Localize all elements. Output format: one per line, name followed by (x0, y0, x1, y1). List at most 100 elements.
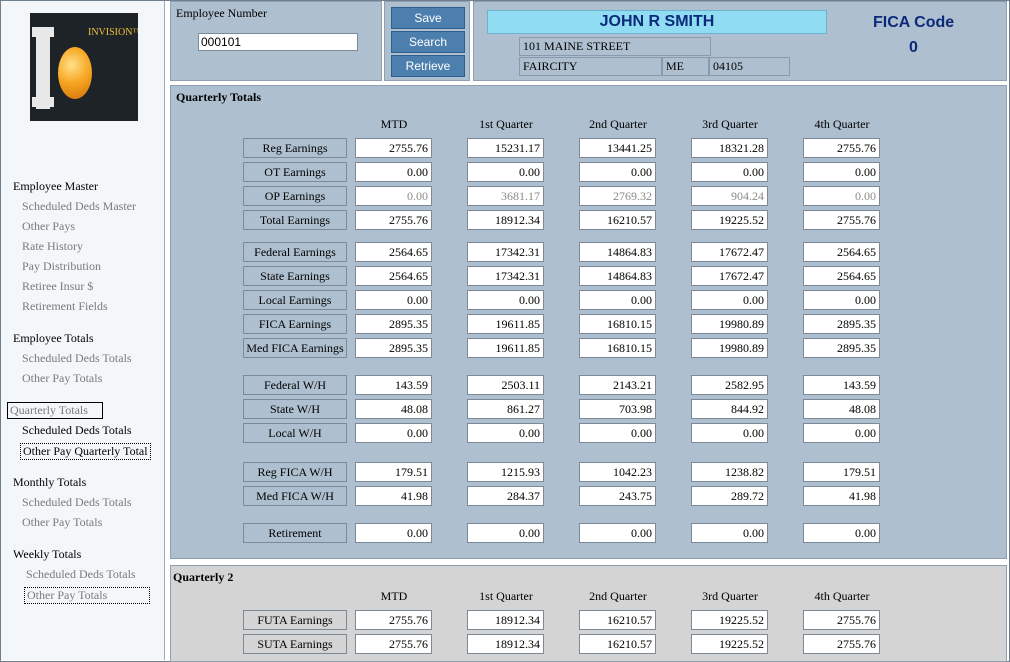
quarterly-value-field[interactable]: 0.00 (355, 290, 432, 310)
quarterly-value-field[interactable]: 143.59 (803, 375, 880, 395)
quarterly-2-value-field[interactable]: 2755.76 (355, 634, 432, 654)
nav-quarterly-totals[interactable]: Quarterly Totals (7, 402, 103, 419)
nav-employee-master[interactable]: Employee Master (13, 179, 98, 194)
quarterly-value-field[interactable]: 2755.76 (803, 138, 880, 158)
quarterly-value-field[interactable]: 19980.89 (691, 338, 768, 358)
quarterly-value-field[interactable]: 0.00 (467, 162, 544, 182)
quarterly-value-field[interactable]: 17672.47 (691, 266, 768, 286)
quarterly-value-field[interactable]: 289.72 (691, 486, 768, 506)
quarterly-value-field[interactable]: 2755.76 (355, 138, 432, 158)
quarterly-value-field[interactable]: 0.00 (803, 186, 880, 206)
quarterly-value-field[interactable]: 2755.76 (803, 210, 880, 230)
quarterly-value-field[interactable]: 2564.65 (355, 242, 432, 262)
quarterly-value-field[interactable]: 16810.15 (579, 338, 656, 358)
quarterly-value-field[interactable]: 19225.52 (691, 210, 768, 230)
retrieve-button[interactable]: Retrieve (391, 55, 465, 77)
nav-scheduled-deds-totals-quarterly[interactable]: Scheduled Deds Totals (22, 423, 132, 438)
nav-rate-history[interactable]: Rate History (22, 239, 83, 254)
quarterly-value-field[interactable]: 17342.31 (467, 266, 544, 286)
quarterly-2-value-field[interactable]: 2755.76 (803, 634, 880, 654)
quarterly-value-field[interactable]: 2503.11 (467, 375, 544, 395)
quarterly-2-value-field[interactable]: 2755.76 (355, 610, 432, 630)
quarterly-value-field[interactable]: 2769.32 (579, 186, 656, 206)
quarterly-value-field[interactable]: 2582.95 (691, 375, 768, 395)
nav-scheduled-deds-totals-weekly[interactable]: Scheduled Deds Totals (26, 567, 136, 582)
quarterly-value-field[interactable]: 2895.35 (803, 314, 880, 334)
quarterly-value-field[interactable]: 2143.21 (579, 375, 656, 395)
search-button[interactable]: Search (391, 31, 465, 53)
nav-scheduled-deds-master[interactable]: Scheduled Deds Master (22, 199, 136, 214)
quarterly-value-field[interactable]: 0.00 (579, 523, 656, 543)
quarterly-2-value-field[interactable]: 18912.34 (467, 610, 544, 630)
quarterly-value-field[interactable]: 2755.76 (355, 210, 432, 230)
quarterly-value-field[interactable]: 16810.15 (579, 314, 656, 334)
quarterly-value-field[interactable]: 14864.83 (579, 266, 656, 286)
quarterly-value-field[interactable]: 2895.35 (355, 314, 432, 334)
nav-retirement-fields[interactable]: Retirement Fields (22, 299, 108, 314)
quarterly-value-field[interactable]: 0.00 (803, 523, 880, 543)
quarterly-value-field[interactable]: 0.00 (691, 523, 768, 543)
quarterly-value-field[interactable]: 0.00 (467, 523, 544, 543)
quarterly-value-field[interactable]: 48.08 (355, 399, 432, 419)
quarterly-value-field[interactable]: 179.51 (803, 462, 880, 482)
nav-other-pay-quarterly-total[interactable]: Other Pay Quarterly Total (20, 443, 151, 460)
nav-employee-totals[interactable]: Employee Totals (13, 331, 94, 346)
quarterly-value-field[interactable]: 1238.82 (691, 462, 768, 482)
quarterly-value-field[interactable]: 2564.65 (803, 242, 880, 262)
quarterly-value-field[interactable]: 0.00 (803, 290, 880, 310)
nav-scheduled-deds-totals-employee[interactable]: Scheduled Deds Totals (22, 351, 132, 366)
quarterly-value-field[interactable]: 2564.65 (803, 266, 880, 286)
quarterly-value-field[interactable]: 861.27 (467, 399, 544, 419)
quarterly-value-field[interactable]: 16210.57 (579, 210, 656, 230)
quarterly-2-value-field[interactable]: 2755.76 (803, 610, 880, 630)
quarterly-value-field[interactable]: 0.00 (579, 290, 656, 310)
quarterly-2-value-field[interactable]: 18912.34 (467, 634, 544, 654)
quarterly-value-field[interactable]: 1215.93 (467, 462, 544, 482)
quarterly-value-field[interactable]: 15231.17 (467, 138, 544, 158)
quarterly-value-field[interactable]: 143.59 (355, 375, 432, 395)
quarterly-value-field[interactable]: 0.00 (579, 162, 656, 182)
nav-weekly-totals[interactable]: Weekly Totals (13, 547, 81, 562)
quarterly-value-field[interactable]: 0.00 (355, 186, 432, 206)
quarterly-value-field[interactable]: 703.98 (579, 399, 656, 419)
nav-scheduled-deds-totals-monthly[interactable]: Scheduled Deds Totals (22, 495, 132, 510)
quarterly-2-value-field[interactable]: 19225.52 (691, 634, 768, 654)
quarterly-value-field[interactable]: 179.51 (355, 462, 432, 482)
nav-other-pay-totals-weekly[interactable]: Other Pay Totals (24, 587, 150, 604)
quarterly-value-field[interactable]: 41.98 (355, 486, 432, 506)
employee-number-input[interactable] (198, 33, 358, 51)
quarterly-value-field[interactable]: 0.00 (691, 290, 768, 310)
quarterly-value-field[interactable]: 18912.34 (467, 210, 544, 230)
quarterly-value-field[interactable]: 17672.47 (691, 242, 768, 262)
quarterly-value-field[interactable]: 243.75 (579, 486, 656, 506)
quarterly-value-field[interactable]: 0.00 (803, 423, 880, 443)
quarterly-value-field[interactable]: 0.00 (691, 423, 768, 443)
quarterly-value-field[interactable]: 19611.85 (467, 314, 544, 334)
quarterly-value-field[interactable]: 2564.65 (355, 266, 432, 286)
quarterly-2-value-field[interactable]: 16210.57 (579, 634, 656, 654)
quarterly-value-field[interactable]: 13441.25 (579, 138, 656, 158)
nav-monthly-totals[interactable]: Monthly Totals (13, 475, 86, 490)
quarterly-value-field[interactable]: 19980.89 (691, 314, 768, 334)
quarterly-value-field[interactable]: 904.24 (691, 186, 768, 206)
quarterly-value-field[interactable]: 0.00 (579, 423, 656, 443)
quarterly-value-field[interactable]: 1042.23 (579, 462, 656, 482)
nav-other-pay-totals-monthly[interactable]: Other Pay Totals (22, 515, 102, 530)
quarterly-value-field[interactable]: 48.08 (803, 399, 880, 419)
save-button[interactable]: Save (391, 7, 465, 29)
quarterly-value-field[interactable]: 0.00 (355, 523, 432, 543)
quarterly-value-field[interactable]: 3681.17 (467, 186, 544, 206)
quarterly-value-field[interactable]: 0.00 (355, 162, 432, 182)
quarterly-value-field[interactable]: 0.00 (803, 162, 880, 182)
quarterly-value-field[interactable]: 0.00 (355, 423, 432, 443)
quarterly-value-field[interactable]: 14864.83 (579, 242, 656, 262)
quarterly-value-field[interactable]: 2895.35 (355, 338, 432, 358)
quarterly-value-field[interactable]: 0.00 (467, 290, 544, 310)
quarterly-value-field[interactable]: 41.98 (803, 486, 880, 506)
quarterly-2-value-field[interactable]: 19225.52 (691, 610, 768, 630)
quarterly-value-field[interactable]: 18321.28 (691, 138, 768, 158)
quarterly-value-field[interactable]: 19611.85 (467, 338, 544, 358)
quarterly-value-field[interactable]: 2895.35 (803, 338, 880, 358)
nav-other-pay-totals-employee[interactable]: Other Pay Totals (22, 371, 102, 386)
quarterly-value-field[interactable]: 0.00 (467, 423, 544, 443)
